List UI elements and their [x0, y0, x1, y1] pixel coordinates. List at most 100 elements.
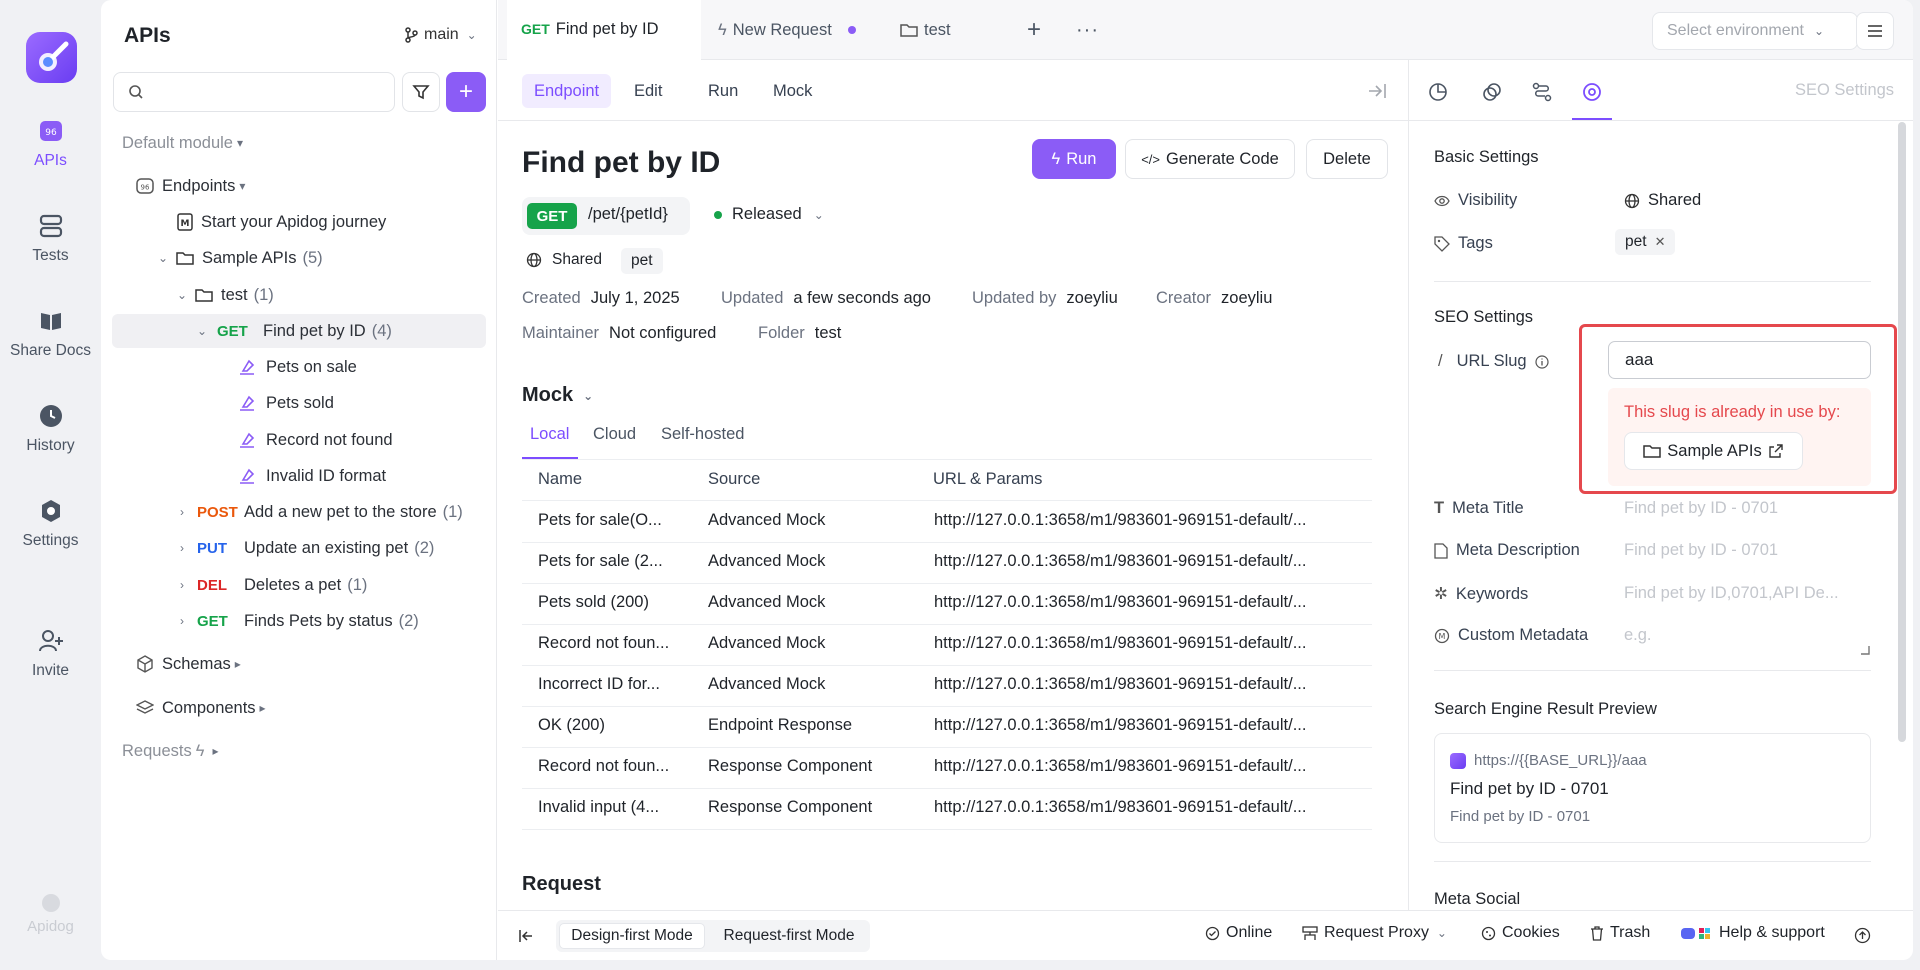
add-button[interactable]: + [446, 72, 486, 112]
meta-social-heading: Meta Social [1434, 890, 1521, 908]
tree-requests[interactable]: Requests ϟ ▸ [122, 734, 222, 768]
generate-code-button[interactable]: </> Generate Code [1125, 139, 1295, 179]
design-first-mode-button[interactable]: Design-first Mode [559, 923, 705, 949]
subtab-endpoint[interactable]: Endpoint [522, 74, 612, 108]
seo-settings-icon[interactable] [1582, 82, 1602, 102]
tree-journey-doc[interactable]: M Start your Apidog journey [177, 205, 386, 239]
meta-title-input[interactable]: Find pet by ID - 0701 [1624, 499, 1778, 518]
tree-schemas[interactable]: Schemas ▸ [136, 647, 245, 681]
tree-endpoint-item[interactable]: › GET Finds Pets by status (2) [175, 604, 419, 638]
components-icon[interactable] [1482, 82, 1502, 102]
online-status[interactable]: Online [1205, 924, 1272, 942]
request-section-title: Request [522, 873, 601, 895]
tab-test[interactable]: test [900, 0, 951, 60]
menu-button[interactable] [1856, 12, 1894, 50]
request-first-mode-button[interactable]: Request-first Mode [712, 923, 866, 949]
tree-case-item[interactable]: Invalid ID format [238, 459, 386, 493]
tree-case-item[interactable]: Pets sold [238, 386, 334, 420]
help-support-button[interactable]: Help & support [1681, 924, 1825, 942]
tree-components[interactable]: Components ▸ [136, 691, 270, 725]
delete-button[interactable]: Delete [1306, 139, 1388, 179]
rail-item-settings[interactable]: Settings [0, 498, 101, 550]
keywords-input[interactable]: Find pet by ID,0701,API De... [1624, 584, 1839, 603]
collapse-panel-icon[interactable] [1367, 82, 1387, 100]
rail-item-history[interactable]: History [0, 403, 101, 455]
collapse-sidebar-icon[interactable] [518, 928, 534, 944]
mock-case-icon [238, 431, 256, 449]
divider [1409, 120, 1913, 121]
subtab-mock[interactable]: Mock [761, 74, 824, 108]
tree-endpoint-item[interactable]: › PUT Update an existing pet (2) [175, 531, 434, 565]
tree-case-item[interactable]: Record not found [238, 423, 393, 457]
tab-new-request[interactable]: ϟ New Request [718, 0, 856, 60]
upload-icon[interactable] [1854, 927, 1871, 944]
more-tabs-button[interactable]: ··· [1076, 0, 1099, 60]
seo-settings-heading: SEO Settings [1434, 308, 1534, 326]
tree-endpoint-find-pet[interactable]: ⌄ GET Find pet by ID (4) [195, 314, 392, 348]
design-icon[interactable] [1428, 82, 1448, 102]
rail-item-share-docs[interactable]: Share Docs [0, 308, 101, 360]
flow-icon[interactable] [1532, 82, 1552, 102]
tree-endpoint-item[interactable]: › DEL Deletes a pet (1) [175, 568, 367, 602]
preview-url: https://{{BASE_URL}}/aaa [1450, 752, 1647, 769]
mock-row-source: Endpoint Response [708, 716, 853, 734]
run-button[interactable]: ϟ Run [1032, 139, 1116, 179]
rail-item-apis[interactable]: 96 APIs [0, 118, 101, 170]
tree-default-module[interactable]: Default module ▾ [122, 126, 247, 160]
meta-maintainer[interactable]: Maintainer Not configured [522, 324, 716, 343]
mock-tab-local[interactable]: Local [530, 425, 569, 444]
request-proxy-select[interactable]: Request Proxy ⌄ [1302, 924, 1449, 942]
tree-endpoints[interactable]: 96 Endpoints ▾ [136, 169, 249, 203]
environment-select[interactable]: Select environment ⌄ [1652, 12, 1858, 50]
meta-description-input[interactable]: Find pet by ID - 0701 [1624, 541, 1778, 560]
subtab-edit[interactable]: Edit [622, 74, 674, 108]
status-select[interactable]: Released ⌄ [714, 205, 826, 224]
mock-tab-self-hosted[interactable]: Self-hosted [661, 425, 744, 444]
filter-button[interactable] [402, 72, 440, 112]
svg-text:96: 96 [45, 128, 57, 138]
tree-case-item[interactable]: Pets on sale [238, 350, 357, 384]
caret-down-icon: ▾ [239, 179, 246, 193]
mock-row-name: Invalid input (4... [538, 798, 660, 816]
tree-sample-apis[interactable]: ⌄ Sample APIs (5) [156, 241, 323, 275]
mock-row-name: Record not foun... [538, 634, 670, 652]
tag-chip[interactable]: pet ✕ [1615, 229, 1676, 255]
tab-find-pet[interactable]: GET Find pet by ID [507, 0, 701, 60]
svg-text:M: M [181, 219, 190, 229]
globe-icon [526, 252, 542, 268]
visibility-select[interactable]: Shared [1624, 191, 1701, 210]
mock-row-source: Advanced Mock [708, 511, 826, 529]
method-badge: GET [527, 203, 577, 229]
basic-settings-heading: Basic Settings [1434, 148, 1539, 166]
branch-selector[interactable]: main ⌄ [404, 26, 479, 44]
column-header-url: URL & Params [933, 470, 1043, 488]
subtab-run[interactable]: Run [696, 74, 750, 108]
trash-button[interactable]: Trash [1590, 924, 1650, 942]
cookies-button[interactable]: Cookies [1481, 924, 1560, 942]
layers-icon [136, 699, 154, 717]
invite-icon [38, 628, 64, 654]
custom-metadata-label: M Custom Metadata [1434, 626, 1588, 645]
branch-icon [404, 27, 418, 43]
mock-row-source: Response Component [708, 757, 873, 775]
mock-tab-cloud[interactable]: Cloud [593, 425, 636, 444]
meta-title-label: T Meta Title [1434, 499, 1524, 517]
custom-metadata-input[interactable]: e.g. [1624, 626, 1652, 645]
sidebar-search-input[interactable] [113, 72, 395, 112]
tree-endpoint-item[interactable]: › POST Add a new pet to the store (1) [175, 495, 463, 529]
mock-section-title[interactable]: Mock ⌄ [522, 384, 595, 407]
chevron-down-icon: ⌄ [176, 288, 188, 302]
code-icon: </> [1141, 151, 1160, 167]
meta-updated: Updated a few seconds ago [721, 289, 931, 307]
rail-item-invite[interactable]: Invite [0, 628, 101, 680]
lightning-icon: ϟ [195, 741, 205, 760]
close-icon[interactable]: ✕ [1655, 234, 1666, 250]
rail-item-tests[interactable]: Tests [0, 213, 101, 265]
tree-folder-test[interactable]: ⌄ test (1) [175, 278, 274, 312]
unsaved-dot-icon [847, 26, 856, 34]
right-scrollbar[interactable] [1898, 122, 1906, 742]
search-preview-heading: Search Engine Result Preview [1434, 700, 1657, 718]
new-tab-button[interactable]: + [1027, 0, 1041, 60]
svg-text:96: 96 [141, 184, 150, 192]
resize-handle-icon[interactable] [1858, 643, 1870, 655]
